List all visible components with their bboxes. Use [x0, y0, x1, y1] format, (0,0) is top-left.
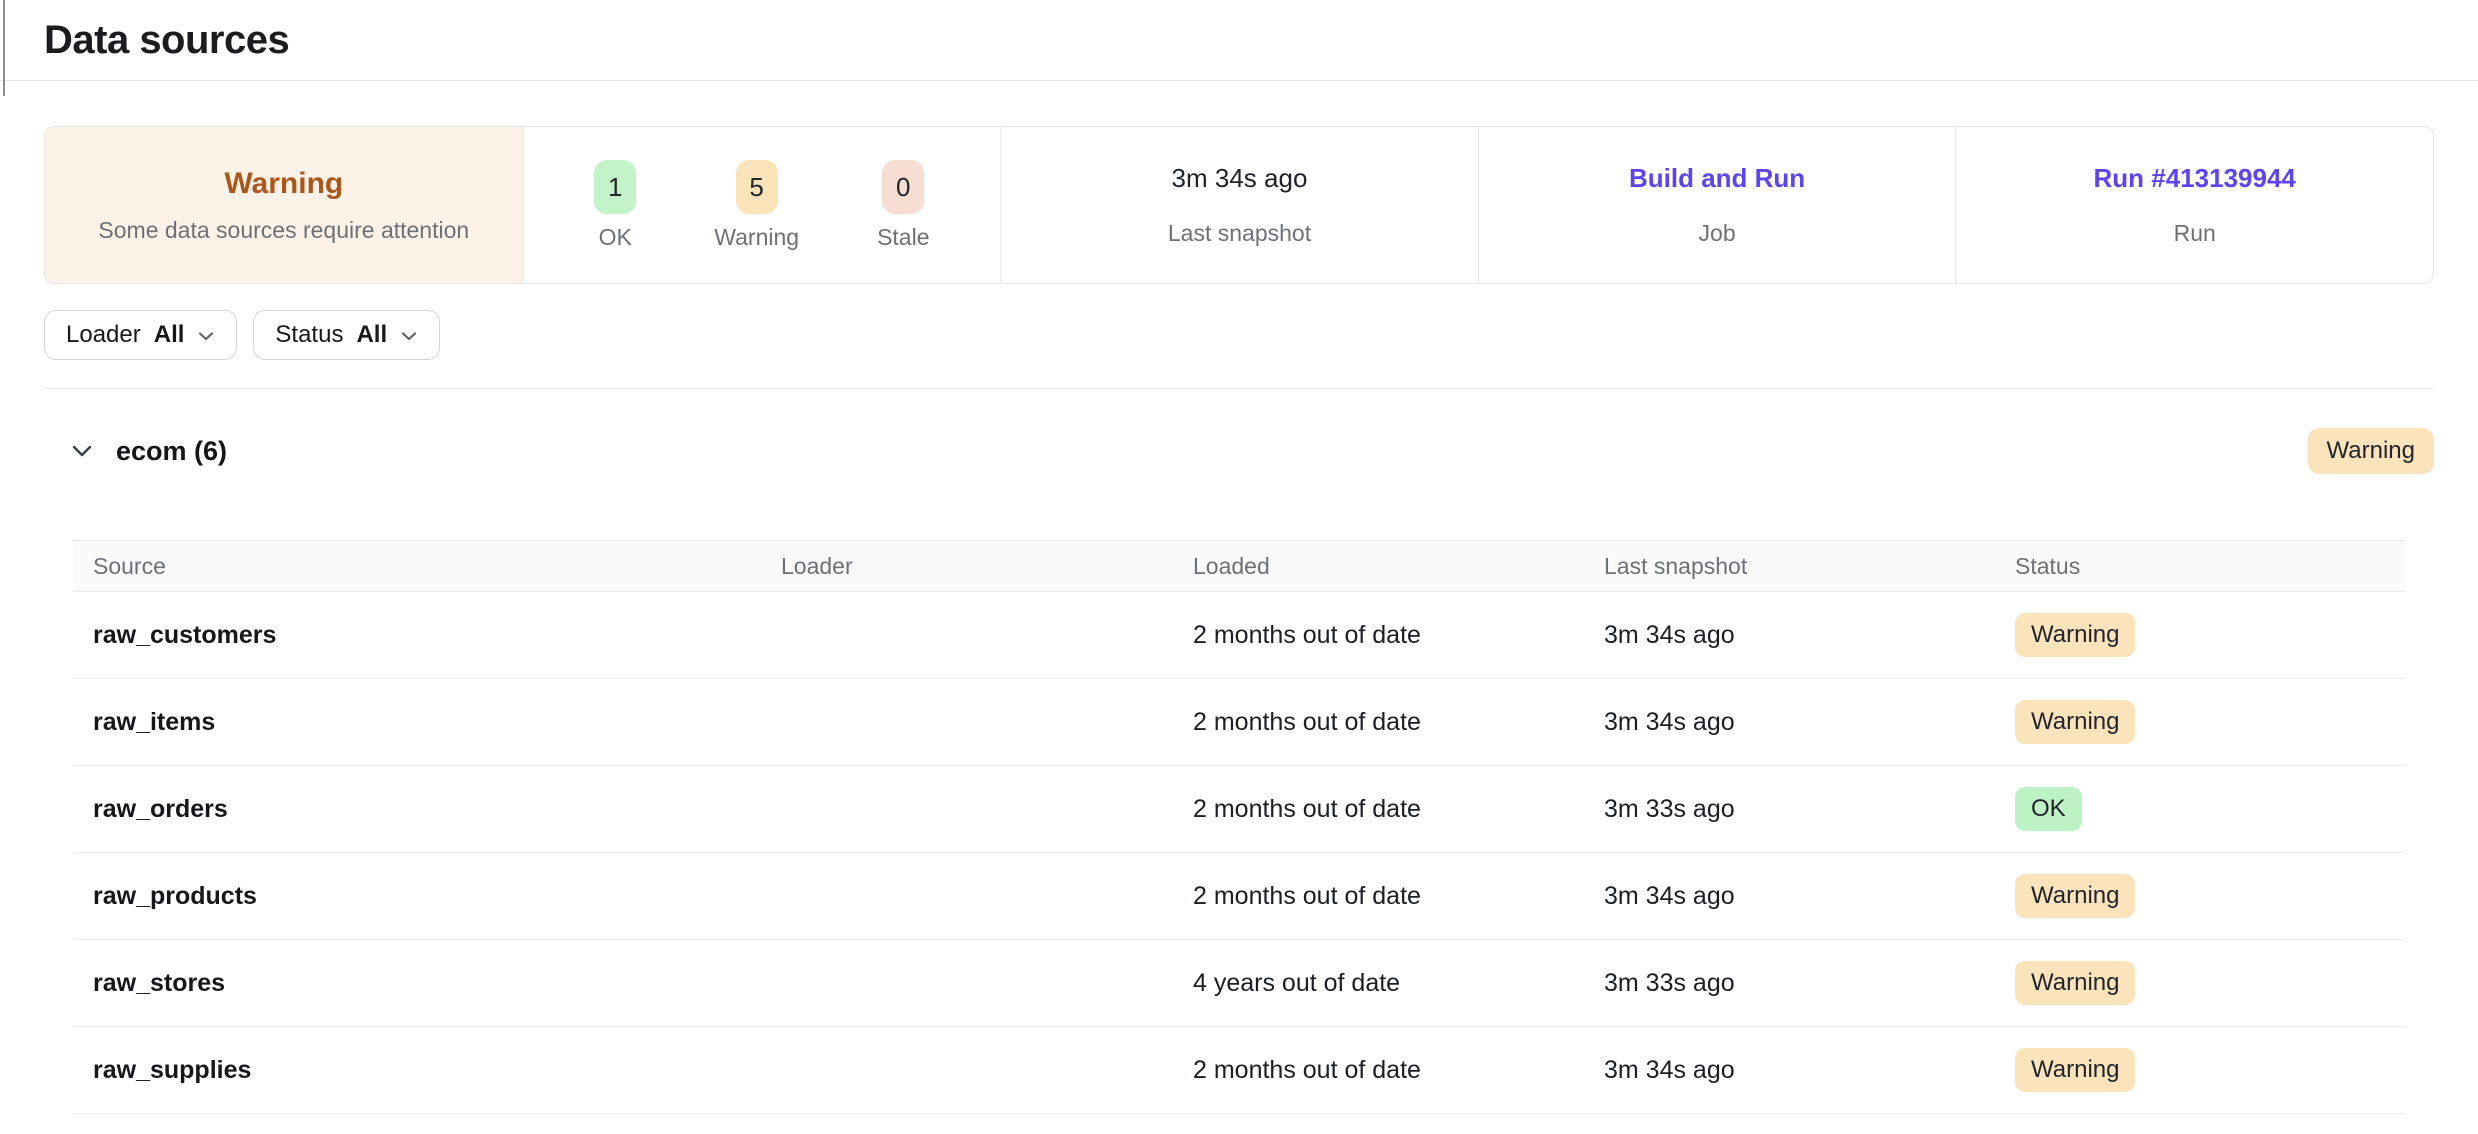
status-badge: Warning	[2015, 874, 2135, 918]
group-status-badge: Warning	[2308, 428, 2434, 474]
loaded-cell: 2 months out of date	[1193, 1027, 1604, 1114]
loaded-cell: 2 months out of date	[1193, 679, 1604, 766]
stale-count-stat: 0 Stale	[877, 160, 929, 251]
table-row: raw_products 2 months out of date 3m 34s…	[73, 853, 2405, 940]
loader-cell	[781, 940, 1193, 1027]
loader-filter-button[interactable]: Loader All	[44, 310, 237, 360]
last-snapshot-cell: 3m 33s ago	[1604, 766, 2015, 853]
table-row: raw_stores 4 years out of date 3m 33s ag…	[73, 940, 2405, 1027]
status-counts-card: 1 OK 5 Warning 0 Stale	[523, 127, 1001, 283]
last-snapshot-cell: 3m 34s ago	[1604, 679, 2015, 766]
loader-cell	[781, 679, 1193, 766]
ok-count-label: OK	[599, 224, 632, 251]
source-cell: raw_supplies	[73, 1027, 781, 1114]
filter-bar: Loader All Status All	[44, 310, 2434, 360]
loader-cell	[781, 592, 1193, 679]
status-cell: Warning	[2015, 679, 2405, 766]
loaded-cell: 2 months out of date	[1193, 853, 1604, 940]
status-cell: Warning	[2015, 940, 2405, 1027]
summary-bar: Warning Some data sources require attent…	[44, 126, 2434, 284]
chevron-down-icon[interactable]	[70, 443, 94, 459]
overall-status-subtitle: Some data sources require attention	[98, 217, 469, 244]
last-snapshot-value: 3m 34s ago	[1172, 163, 1308, 194]
loader-filter-label: Loader	[66, 321, 141, 349]
loaded-cell: 2 months out of date	[1193, 766, 1604, 853]
job-link[interactable]: Build and Run	[1629, 163, 1805, 194]
warning-count-stat: 5 Warning	[714, 160, 799, 251]
run-label: Run	[2174, 220, 2216, 247]
run-card: Run #413139944 Run	[1955, 127, 2433, 283]
stale-count-label: Stale	[877, 224, 929, 251]
chevron-down-icon	[400, 330, 418, 342]
overall-status-title: Warning	[224, 167, 343, 201]
source-cell: raw_orders	[73, 766, 781, 853]
table-header: Source Loader Loaded Last snapshot Statu…	[73, 541, 2405, 592]
stale-count-pill: 0	[882, 160, 924, 214]
group-title: ecom (6)	[116, 436, 227, 467]
last-snapshot-card: 3m 34s ago Last snapshot	[1000, 127, 1478, 283]
table-row: raw_customers 2 months out of date 3m 34…	[73, 592, 2405, 679]
column-header-loader: Loader	[781, 541, 1193, 592]
status-cell: Warning	[2015, 1027, 2405, 1114]
page-header: Data sources	[0, 0, 2478, 81]
column-header-source: Source	[73, 541, 781, 592]
overall-status-card: Warning Some data sources require attent…	[45, 127, 523, 283]
source-cell: raw_items	[73, 679, 781, 766]
job-card: Build and Run Job	[1478, 127, 1956, 283]
last-snapshot-cell: 3m 33s ago	[1604, 940, 2015, 1027]
status-badge: Warning	[2015, 1048, 2135, 1092]
source-cell: raw_products	[73, 853, 781, 940]
table-row: raw_items 2 months out of date 3m 34s ag…	[73, 679, 2405, 766]
page-title: Data sources	[44, 18, 289, 63]
loader-cell	[781, 853, 1193, 940]
ok-count-pill: 1	[594, 160, 636, 214]
status-filter-label: Status	[275, 321, 343, 349]
warning-count-pill: 5	[736, 160, 778, 214]
last-snapshot-label: Last snapshot	[1168, 220, 1311, 247]
loader-cell	[781, 1027, 1193, 1114]
main-content: Warning Some data sources require attent…	[0, 126, 2478, 1114]
window-edge-mark	[3, 0, 5, 96]
data-sources-table: Source Loader Loaded Last snapshot Statu…	[73, 540, 2405, 1114]
loader-cell	[781, 766, 1193, 853]
loaded-cell: 4 years out of date	[1193, 940, 1604, 1027]
table-row: raw_supplies 2 months out of date 3m 34s…	[73, 1027, 2405, 1114]
status-badge: Warning	[2015, 613, 2135, 657]
source-cell: raw_stores	[73, 940, 781, 1027]
status-filter-value: All	[356, 321, 387, 349]
column-header-loaded: Loaded	[1193, 541, 1604, 592]
loader-filter-value: All	[154, 321, 185, 349]
last-snapshot-cell: 3m 34s ago	[1604, 1027, 2015, 1114]
last-snapshot-cell: 3m 34s ago	[1604, 853, 2015, 940]
status-cell: OK	[2015, 766, 2405, 853]
status-filter-button[interactable]: Status All	[253, 310, 440, 360]
last-snapshot-cell: 3m 34s ago	[1604, 592, 2015, 679]
source-cell: raw_customers	[73, 592, 781, 679]
status-badge: Warning	[2015, 961, 2135, 1005]
column-header-status: Status	[2015, 541, 2405, 592]
filters-divider	[44, 388, 2434, 389]
ok-count-stat: 1 OK	[594, 160, 636, 251]
column-header-last-snapshot: Last snapshot	[1604, 541, 2015, 592]
warning-count-label: Warning	[714, 224, 799, 251]
group-header[interactable]: ecom (6) Warning	[44, 423, 2434, 479]
status-cell: Warning	[2015, 853, 2405, 940]
table-row: raw_orders 2 months out of date 3m 33s a…	[73, 766, 2405, 853]
status-badge: Warning	[2015, 700, 2135, 744]
chevron-down-icon	[197, 330, 215, 342]
status-cell: Warning	[2015, 592, 2405, 679]
run-link[interactable]: Run #413139944	[2094, 163, 2296, 194]
status-badge: OK	[2015, 787, 2082, 831]
job-label: Job	[1699, 220, 1736, 247]
loaded-cell: 2 months out of date	[1193, 592, 1604, 679]
